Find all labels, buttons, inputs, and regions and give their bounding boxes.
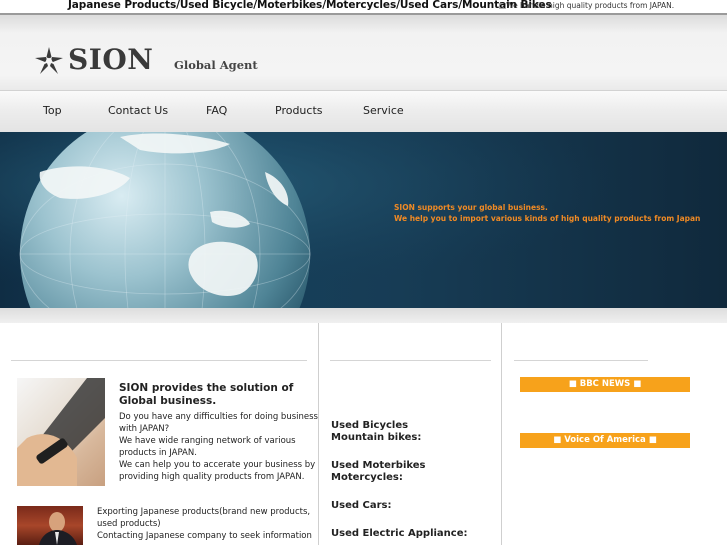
intro-title: SION provides the solution of Global bus… bbox=[119, 382, 294, 407]
category-mountain-bikes[interactable]: Mountain bikes: bbox=[331, 432, 421, 444]
intro-line: products in JAPAN. bbox=[119, 448, 197, 458]
logo-wordmark[interactable]: SION bbox=[68, 43, 153, 76]
nav-top[interactable]: Top bbox=[43, 104, 62, 117]
intro-line: with JAPAN? bbox=[119, 424, 170, 434]
hero-line-2: We help you to import various kinds of h… bbox=[394, 214, 700, 223]
bbc-news-button[interactable]: ■ BBC NEWS ■ bbox=[520, 377, 690, 392]
nav-service[interactable]: Service bbox=[363, 104, 404, 117]
intro-line: We can help you to accerate your busines… bbox=[119, 460, 316, 470]
middle-column-rule bbox=[330, 360, 491, 361]
services-line: Contacting Japanese company to seek info… bbox=[97, 531, 312, 541]
main-nav: Top Contact Us FAQ Products Service bbox=[0, 90, 727, 132]
column-divider-right bbox=[501, 323, 502, 545]
services-line: used products) bbox=[97, 519, 161, 529]
intro-body: Do you have any difficulties for doing b… bbox=[119, 411, 318, 483]
category-used-bicycles[interactable]: Used Bicycles bbox=[331, 420, 408, 432]
voice-of-america-button[interactable]: ■ Voice Of America ■ bbox=[520, 433, 690, 448]
category-motercycles[interactable]: Motercycles: bbox=[331, 472, 403, 484]
globe-image: SION supports your global business. We h… bbox=[0, 132, 727, 308]
star-logo-icon bbox=[35, 47, 63, 74]
services-line: Exporting Japanese products(brand new pr… bbox=[97, 507, 311, 517]
logo-subtitle: Global Agent bbox=[174, 58, 258, 72]
left-column-rule bbox=[11, 360, 307, 361]
intro-line: Do you have any difficulties for doing b… bbox=[119, 412, 318, 422]
header: SION Global Agent bbox=[0, 13, 727, 90]
businessman-photo bbox=[17, 506, 83, 545]
site-headline: Japanese Products/Used Bicycle/Moterbike… bbox=[68, 0, 552, 11]
top-banner: Japanese Products/Used Bicycle/Moterbike… bbox=[0, 0, 727, 13]
hero-banner: SION supports your global business. We h… bbox=[0, 132, 727, 308]
services-text: Exporting Japanese products(brand new pr… bbox=[97, 506, 312, 542]
intro-line: We have wide ranging network of various bbox=[119, 436, 296, 446]
category-used-moterbikes[interactable]: Used Moterbikes bbox=[331, 460, 426, 472]
hero-line-1: SION supports your global business. bbox=[394, 203, 548, 212]
column-divider-left bbox=[318, 323, 319, 545]
site-tagline: □We handle high quality products from JA… bbox=[499, 1, 675, 10]
category-used-electric-appliance[interactable]: Used Electric Appliance: bbox=[331, 528, 468, 540]
right-column-rule bbox=[514, 360, 648, 361]
nav-contact-us[interactable]: Contact Us bbox=[108, 104, 168, 117]
category-used-cars[interactable]: Used Cars: bbox=[331, 500, 391, 512]
section-divider bbox=[0, 308, 727, 323]
phone-photo bbox=[17, 378, 105, 486]
nav-faq[interactable]: FAQ bbox=[206, 104, 227, 117]
intro-line: providing high quality products from JAP… bbox=[119, 472, 305, 482]
nav-products[interactable]: Products bbox=[275, 104, 323, 117]
